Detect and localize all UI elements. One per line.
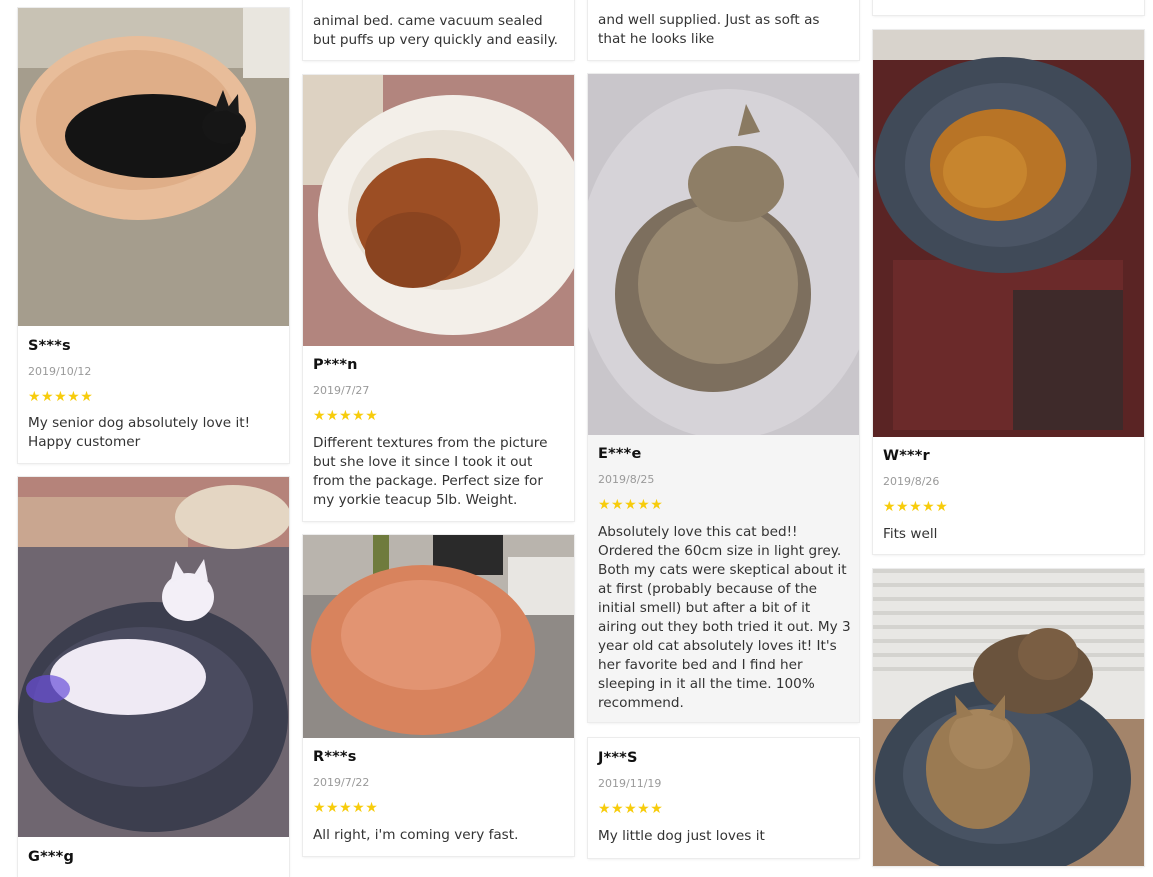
review-photo[interactable] <box>18 477 289 837</box>
review-photo[interactable] <box>303 75 574 346</box>
review-card <box>873 0 1144 15</box>
review-date: 2019/10/12 <box>28 365 92 378</box>
review-card <box>873 569 1144 866</box>
review-card: animal bed. came vacuum sealed but puffs… <box>303 0 574 60</box>
reviewer-name: W***r <box>883 448 930 464</box>
review-card: J***S 2019/11/19 ★★★★★ My little dog jus… <box>588 738 859 858</box>
review-text: animal bed. came vacuum sealed but puffs… <box>313 13 558 48</box>
review-photo[interactable] <box>873 30 1144 437</box>
reviewer-name: E***e <box>598 446 642 462</box>
reviewer-name: R***s <box>313 749 357 765</box>
review-text: and well supplied. Just as soft as that … <box>598 12 820 47</box>
star-rating: ★★★★★ <box>883 499 949 515</box>
review-photo[interactable] <box>303 535 574 738</box>
review-date: 2019/8/26 <box>883 475 940 488</box>
star-rating: ★★★★★ <box>598 801 664 817</box>
review-card: S***s 2019/10/12 ★★★★★ My senior dog abs… <box>18 8 289 463</box>
review-card: W***r 2019/8/26 ★★★★★ Fits well <box>873 30 1144 554</box>
review-text: Fits well <box>883 526 938 542</box>
review-date: 2019/7/27 <box>313 384 370 397</box>
review-date: 2019/7/22 <box>313 776 370 789</box>
reviewer-name: J***S <box>598 750 638 766</box>
star-rating: ★★★★★ <box>28 389 94 405</box>
review-date: 2019/11/19 <box>598 777 662 790</box>
review-text: Absolutely love this cat bed!! Ordered t… <box>598 524 851 711</box>
review-card: R***s 2019/7/22 ★★★★★ All right, i'm com… <box>303 535 574 856</box>
review-photo[interactable] <box>18 8 289 326</box>
star-rating: ★★★★★ <box>598 497 664 513</box>
review-photo[interactable] <box>873 569 1144 866</box>
reviewer-name: G***g <box>28 849 75 865</box>
review-text: My senior dog absolutely love it! Happy … <box>28 415 251 450</box>
star-rating: ★★★★★ <box>313 408 379 424</box>
review-card: G***g <box>18 477 289 877</box>
star-rating: ★★★★★ <box>313 800 379 816</box>
review-photo[interactable] <box>588 74 859 435</box>
reviewer-name: P***n <box>313 357 358 373</box>
review-card: E***e 2019/8/25 ★★★★★ Absolutely love th… <box>588 74 859 722</box>
review-card: P***n 2019/7/27 ★★★★★ Different textures… <box>303 75 574 521</box>
review-text: Different textures from the picture but … <box>313 435 548 508</box>
reviewer-name: S***s <box>28 338 71 354</box>
review-text: All right, i'm coming very fast. <box>313 827 519 843</box>
review-card: and well supplied. Just as soft as that … <box>588 0 859 60</box>
review-text: My little dog just loves it <box>598 828 765 844</box>
review-date: 2019/8/25 <box>598 473 655 486</box>
